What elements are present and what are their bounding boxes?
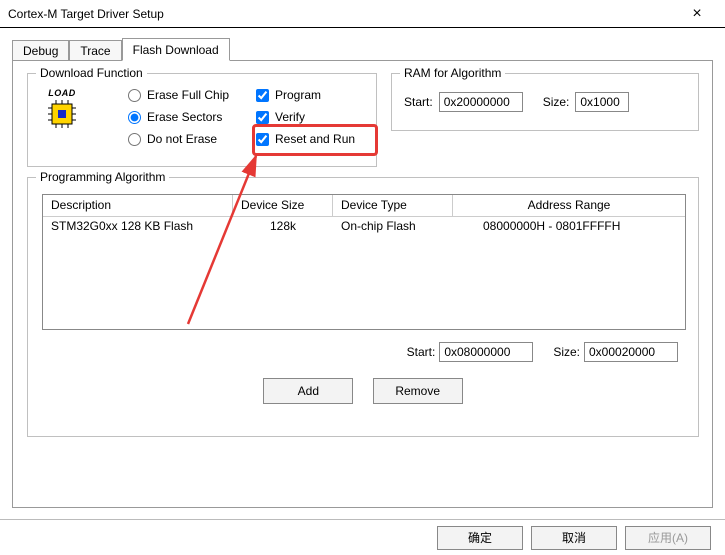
algo-start-input[interactable] [439,342,533,362]
cell-device-size: 128k [233,217,333,237]
group-programming-algorithm: Programming Algorithm Description Device… [27,177,699,437]
check-verify[interactable]: Verify [256,106,355,128]
col-device-type[interactable]: Device Type [333,195,453,216]
dialog-footer: 确定 取消 应用(A) [0,519,725,555]
check-program[interactable]: Program [256,84,355,106]
algo-buttons: Add Remove [28,378,698,404]
algo-start-label: Start: [407,345,436,359]
cancel-button[interactable]: 取消 [531,526,617,550]
cell-description: STM32G0xx 128 KB Flash [43,217,233,237]
check-reset-and-run[interactable]: Reset and Run [256,128,355,150]
radio-label: Erase Sectors [147,110,222,124]
radio-erase-full[interactable]: Erase Full Chip [128,84,229,106]
table-header: Description Device Size Device Type Addr… [43,195,685,217]
col-address-range[interactable]: Address Range [453,195,685,216]
cell-address-range: 08000000H - 0801FFFFH [453,217,685,237]
tab-trace[interactable]: Trace [69,40,121,61]
legend-ram: RAM for Algorithm [400,66,505,80]
ram-size-label: Size: [543,95,570,109]
legend-prog: Programming Algorithm [36,170,169,184]
radio-do-not-erase[interactable]: Do not Erase [128,128,229,150]
ram-size-input[interactable] [575,92,629,112]
table-row[interactable]: STM32G0xx 128 KB Flash 128k On-chip Flas… [43,217,685,237]
window-title: Cortex-M Target Driver Setup [8,7,677,21]
tabstrip: Debug Trace Flash Download [12,36,713,60]
radio-label: Erase Full Chip [147,88,229,102]
cell-device-type: On-chip Flash [333,217,453,237]
remove-button[interactable]: Remove [373,378,463,404]
ram-start-input[interactable] [439,92,523,112]
algo-size-input[interactable] [584,342,678,362]
tab-content: Download Function LOAD Erase Full Chip [12,60,713,508]
titlebar: Cortex-M Target Driver Setup × [0,0,725,28]
check-label: Reset and Run [275,132,355,146]
group-ram-algorithm: RAM for Algorithm Start: Size: [391,73,699,131]
ok-button[interactable]: 确定 [437,526,523,550]
load-icon: LOAD [42,88,82,128]
erase-options: Erase Full Chip Erase Sectors Do not Era… [128,84,229,150]
check-label: Verify [275,110,305,124]
ram-start-label: Start: [404,95,433,109]
algo-start-size: Start: Size: [407,342,678,362]
algo-size-label: Size: [553,345,580,359]
action-options: Program Verify Reset and Run [256,84,355,150]
apply-button: 应用(A) [625,526,711,550]
close-icon[interactable]: × [677,5,717,23]
chip-icon [46,100,78,128]
tab-debug[interactable]: Debug [12,40,69,61]
radio-label: Do not Erase [147,132,217,146]
col-device-size[interactable]: Device Size [233,195,333,216]
tab-flash-download[interactable]: Flash Download [122,38,230,61]
legend-download: Download Function [36,66,147,80]
load-icon-text: LOAD [42,88,82,98]
group-download-function: Download Function LOAD Erase Full Chip [27,73,377,167]
dialog-body: Debug Trace Flash Download Download Func… [0,28,725,518]
col-description[interactable]: Description [43,195,233,216]
algorithm-table[interactable]: Description Device Size Device Type Addr… [42,194,686,330]
check-label: Program [275,88,321,102]
add-button[interactable]: Add [263,378,353,404]
radio-erase-sectors[interactable]: Erase Sectors [128,106,229,128]
